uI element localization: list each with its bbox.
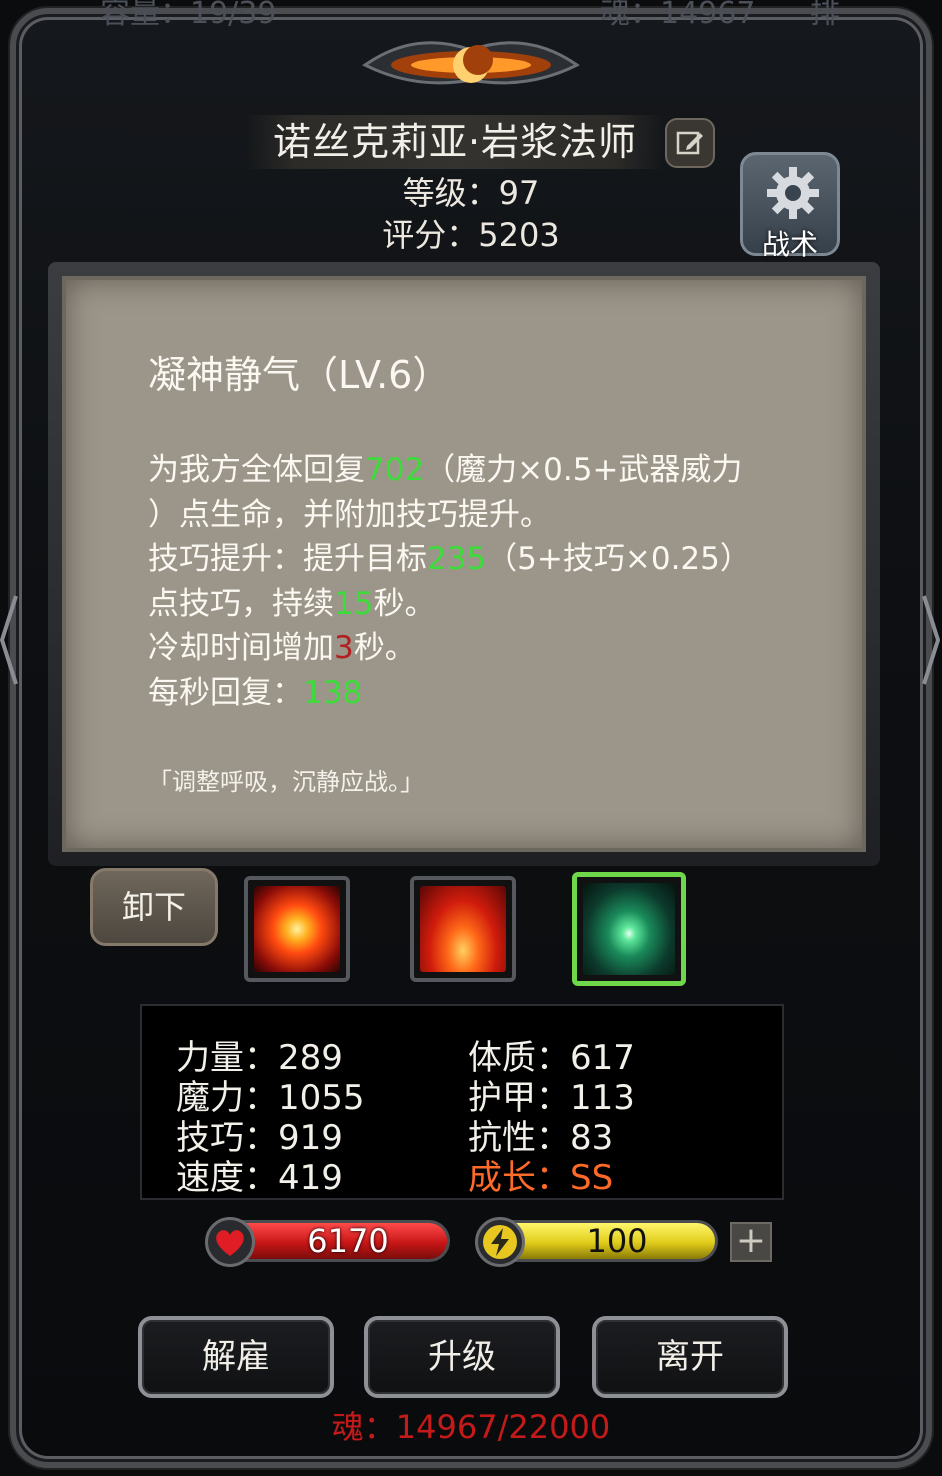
desc-line: 技巧提升：提升目标235（5+技巧×0.25） (148, 541, 751, 577)
next-arrow-icon[interactable] (920, 590, 940, 690)
desc-line: ）点生命，并附加技巧提升。 (148, 496, 551, 533)
leave-button[interactable]: 离开 (592, 1316, 788, 1398)
lightning-icon (475, 1217, 525, 1267)
tactics-button[interactable]: 战术 (740, 152, 840, 261)
skill-title: 凝神静气（LV.6） (148, 353, 451, 397)
unequip-button[interactable]: 卸下 (90, 868, 218, 946)
stat-growth: 成长：SS (468, 1158, 614, 1198)
flame-icon (420, 886, 506, 972)
skill-quote: 「调整呼吸，沉静应战。」 (148, 768, 424, 796)
upgrade-button[interactable]: 升级 (364, 1316, 560, 1398)
add-energy-button[interactable]: + (730, 1222, 772, 1262)
gear-icon (767, 167, 819, 219)
heart-icon (205, 1217, 255, 1267)
skill-slot-2[interactable] (410, 876, 516, 982)
soul-counter: 魂：14967/22000 (331, 1408, 611, 1446)
hp-bar: 6170 (205, 1217, 450, 1267)
dismiss-button[interactable]: 解雇 (138, 1316, 334, 1398)
prev-arrow-icon[interactable] (0, 590, 20, 690)
desc-line: 点技巧，持续15秒。 (148, 585, 436, 622)
energy-bar: 100 (475, 1217, 718, 1267)
pencil-icon (676, 131, 703, 155)
skill-description: 为我方全体回复702（魔力×0.5+武器威力 ）点生命，并附加技巧提升。 技巧提… (148, 448, 798, 715)
skill-slot-3[interactable] (572, 872, 686, 986)
edit-name-button[interactable] (665, 118, 715, 168)
fire-burst-icon (254, 886, 340, 972)
stat-speed: 速度：419 (176, 1158, 343, 1198)
hp-value: 6170 (307, 1222, 389, 1260)
crescent-crest-icon (362, 41, 580, 85)
skill-slot-1[interactable] (244, 876, 350, 982)
top-far-text: 排 (810, 0, 840, 30)
tactics-label: 战术 (761, 228, 818, 261)
skill-panel: 凝神静气（LV.6） 为我方全体回复702（魔力×0.5+武器威力 ）点生命，并… (62, 276, 866, 852)
hero-name: 诺丝克莉亚·岩浆法师 (272, 120, 638, 164)
stats-panel: 力量：289 魔力：1055 技巧：919 速度：419 体质：617 护甲：1… (140, 1004, 784, 1200)
green-spirit-icon (583, 883, 675, 975)
desc-line: 为我方全体回复702（魔力×0.5+武器威力 (148, 452, 743, 488)
capacity-text: 容量：19/39 (100, 0, 277, 30)
top-soul-text: 魂：14967 (600, 0, 756, 30)
desc-line: 冷却时间增加3秒。 (148, 630, 416, 666)
energy-value: 100 (586, 1222, 648, 1260)
desc-line: 每秒回复：138 (148, 674, 363, 711)
